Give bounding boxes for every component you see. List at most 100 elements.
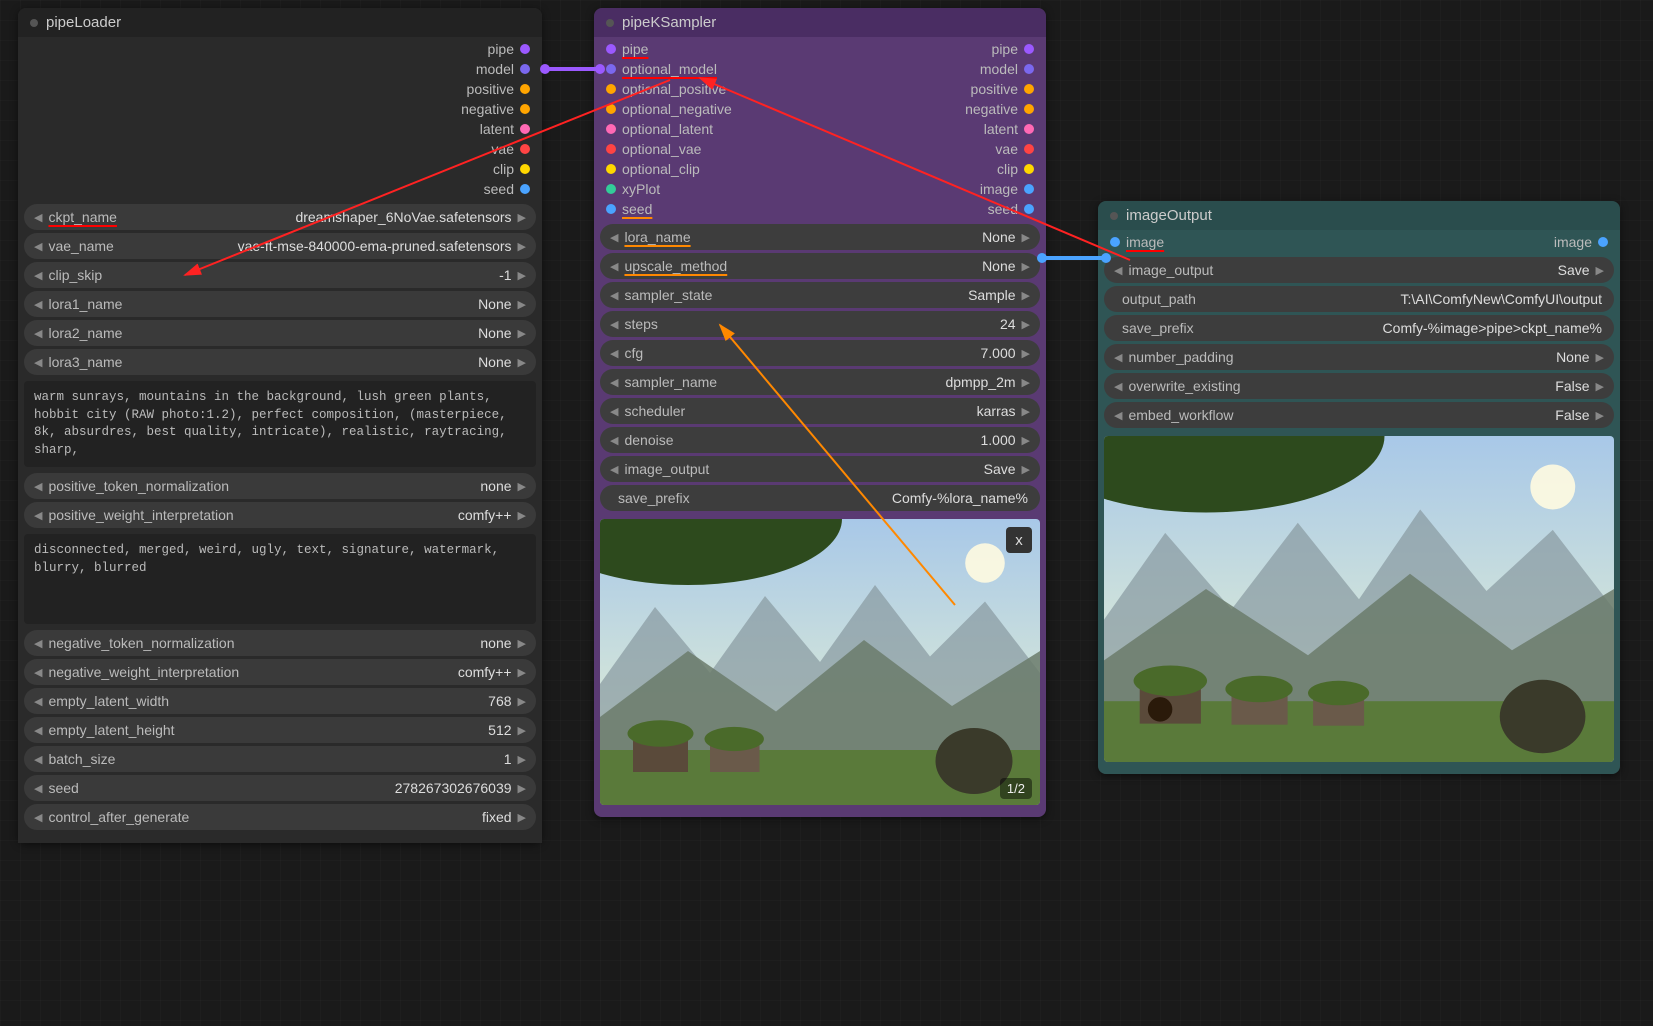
- port-image[interactable]: image: [1110, 234, 1164, 250]
- arrow-left-icon[interactable]: ◀: [32, 724, 44, 737]
- arrow-right-icon[interactable]: ▶: [516, 480, 528, 493]
- arrow-left-icon[interactable]: ◀: [608, 376, 620, 389]
- port-seed[interactable]: seed: [606, 201, 732, 217]
- collapse-dot-icon[interactable]: [1110, 212, 1118, 220]
- arrow-right-icon[interactable]: ▶: [516, 782, 528, 795]
- collapse-dot-icon[interactable]: [606, 19, 614, 27]
- widget-save_prefix[interactable]: save_prefixComfy-%lora_name%: [600, 485, 1040, 511]
- arrow-left-icon[interactable]: ◀: [1112, 351, 1124, 364]
- node-header[interactable]: imageOutput: [1098, 201, 1620, 230]
- arrow-right-icon[interactable]: ▶: [1020, 289, 1032, 302]
- arrow-left-icon[interactable]: ◀: [32, 753, 44, 766]
- port-vae[interactable]: vae: [461, 141, 530, 157]
- widget-sampler_name[interactable]: ◀sampler_namedpmpp_2m▶: [600, 369, 1040, 395]
- arrow-left-icon[interactable]: ◀: [32, 782, 44, 795]
- port-seed[interactable]: seed: [461, 181, 530, 197]
- arrow-right-icon[interactable]: ▶: [516, 509, 528, 522]
- textbox[interactable]: disconnected, merged, weird, ugly, text,…: [24, 534, 536, 624]
- node-pipeksampler[interactable]: pipeKSampler pipeoptional_modeloptional_…: [594, 8, 1046, 817]
- arrow-right-icon[interactable]: ▶: [516, 666, 528, 679]
- arrow-right-icon[interactable]: ▶: [516, 811, 528, 824]
- arrow-left-icon[interactable]: ◀: [32, 509, 44, 522]
- arrow-right-icon[interactable]: ▶: [1594, 351, 1606, 364]
- arrow-right-icon[interactable]: ▶: [1020, 434, 1032, 447]
- arrow-left-icon[interactable]: ◀: [608, 434, 620, 447]
- widget-clip_skip[interactable]: ◀clip_skip-1▶: [24, 262, 536, 288]
- widget-lora2_name[interactable]: ◀lora2_nameNone▶: [24, 320, 536, 346]
- node-imageoutput[interactable]: imageOutput image image ◀image_outputSav…: [1098, 201, 1620, 774]
- arrow-left-icon[interactable]: ◀: [32, 240, 44, 253]
- widget-lora3_name[interactable]: ◀lora3_nameNone▶: [24, 349, 536, 375]
- widget-image_output[interactable]: ◀image_outputSave▶: [1104, 257, 1614, 283]
- arrow-left-icon[interactable]: ◀: [32, 356, 44, 369]
- arrow-left-icon[interactable]: ◀: [32, 298, 44, 311]
- port-positive[interactable]: positive: [461, 81, 530, 97]
- node-pipeloader[interactable]: pipeLoader pipemodelpositivenegativelate…: [18, 8, 542, 843]
- arrow-right-icon[interactable]: ▶: [516, 637, 528, 650]
- arrow-left-icon[interactable]: ◀: [608, 231, 620, 244]
- preview-image[interactable]: x 1/2: [600, 519, 1040, 805]
- arrow-right-icon[interactable]: ▶: [1020, 347, 1032, 360]
- widget-cfg[interactable]: ◀cfg7.000▶: [600, 340, 1040, 366]
- arrow-right-icon[interactable]: ▶: [1020, 260, 1032, 273]
- widget-image_output[interactable]: ◀image_outputSave▶: [600, 456, 1040, 482]
- widget-overwrite_existing[interactable]: ◀overwrite_existingFalse▶: [1104, 373, 1614, 399]
- arrow-left-icon[interactable]: ◀: [32, 695, 44, 708]
- port-negative[interactable]: negative: [461, 101, 530, 117]
- arrow-left-icon[interactable]: ◀: [1112, 264, 1124, 277]
- widget-empty_latent_height[interactable]: ◀empty_latent_height512▶: [24, 717, 536, 743]
- widget-positive_token_normalization[interactable]: ◀positive_token_normalizationnone▶: [24, 473, 536, 499]
- port-model[interactable]: model: [461, 61, 530, 77]
- port-optional_negative[interactable]: optional_negative: [606, 101, 732, 117]
- arrow-left-icon[interactable]: ◀: [608, 463, 620, 476]
- arrow-left-icon[interactable]: ◀: [1112, 409, 1124, 422]
- arrow-right-icon[interactable]: ▶: [1020, 405, 1032, 418]
- arrow-left-icon[interactable]: ◀: [32, 480, 44, 493]
- arrow-right-icon[interactable]: ▶: [516, 298, 528, 311]
- arrow-left-icon[interactable]: ◀: [32, 211, 44, 224]
- widget-scheduler[interactable]: ◀schedulerkarras▶: [600, 398, 1040, 424]
- widget-seed[interactable]: ◀seed278267302676039▶: [24, 775, 536, 801]
- port-optional_latent[interactable]: optional_latent: [606, 121, 732, 137]
- widget-output_path[interactable]: output_pathT:\AI\ComfyNew\ComfyUI\output: [1104, 286, 1614, 312]
- arrow-left-icon[interactable]: ◀: [32, 269, 44, 282]
- port-latent[interactable]: latent: [965, 121, 1034, 137]
- widget-lora1_name[interactable]: ◀lora1_nameNone▶: [24, 291, 536, 317]
- port-optional_model[interactable]: optional_model: [606, 61, 732, 77]
- widget-upscale_method[interactable]: ◀upscale_methodNone▶: [600, 253, 1040, 279]
- arrow-right-icon[interactable]: ▶: [1020, 318, 1032, 331]
- arrow-right-icon[interactable]: ▶: [1020, 376, 1032, 389]
- widget-positive_weight_interpretation[interactable]: ◀positive_weight_interpretationcomfy++▶: [24, 502, 536, 528]
- port-pipe[interactable]: pipe: [606, 41, 732, 57]
- arrow-left-icon[interactable]: ◀: [608, 260, 620, 273]
- widget-steps[interactable]: ◀steps24▶: [600, 311, 1040, 337]
- arrow-right-icon[interactable]: ▶: [1020, 463, 1032, 476]
- widget-denoise[interactable]: ◀denoise1.000▶: [600, 427, 1040, 453]
- port-xyPlot[interactable]: xyPlot: [606, 181, 732, 197]
- arrow-right-icon[interactable]: ▶: [1594, 409, 1606, 422]
- port-positive[interactable]: positive: [965, 81, 1034, 97]
- arrow-left-icon[interactable]: ◀: [32, 637, 44, 650]
- arrow-left-icon[interactable]: ◀: [608, 318, 620, 331]
- port-model[interactable]: model: [965, 61, 1034, 77]
- arrow-left-icon[interactable]: ◀: [608, 347, 620, 360]
- arrow-right-icon[interactable]: ▶: [516, 211, 528, 224]
- arrow-left-icon[interactable]: ◀: [32, 811, 44, 824]
- arrow-right-icon[interactable]: ▶: [516, 695, 528, 708]
- port-clip[interactable]: clip: [965, 161, 1034, 177]
- widget-batch_size[interactable]: ◀batch_size1▶: [24, 746, 536, 772]
- widget-control_after_generate[interactable]: ◀control_after_generatefixed▶: [24, 804, 536, 830]
- arrow-right-icon[interactable]: ▶: [516, 269, 528, 282]
- port-image[interactable]: image: [965, 181, 1034, 197]
- widget-lora_name[interactable]: ◀lora_nameNone▶: [600, 224, 1040, 250]
- arrow-left-icon[interactable]: ◀: [1112, 380, 1124, 393]
- close-preview-button[interactable]: x: [1006, 527, 1032, 553]
- port-optional_clip[interactable]: optional_clip: [606, 161, 732, 177]
- port-latent[interactable]: latent: [461, 121, 530, 137]
- arrow-right-icon[interactable]: ▶: [1020, 231, 1032, 244]
- port-seed[interactable]: seed: [965, 201, 1034, 217]
- port-optional_positive[interactable]: optional_positive: [606, 81, 732, 97]
- port-pipe[interactable]: pipe: [965, 41, 1034, 57]
- widget-vae_name[interactable]: ◀vae_namevae-ft-mse-840000-ema-pruned.sa…: [24, 233, 536, 259]
- port-image[interactable]: image: [1554, 234, 1608, 250]
